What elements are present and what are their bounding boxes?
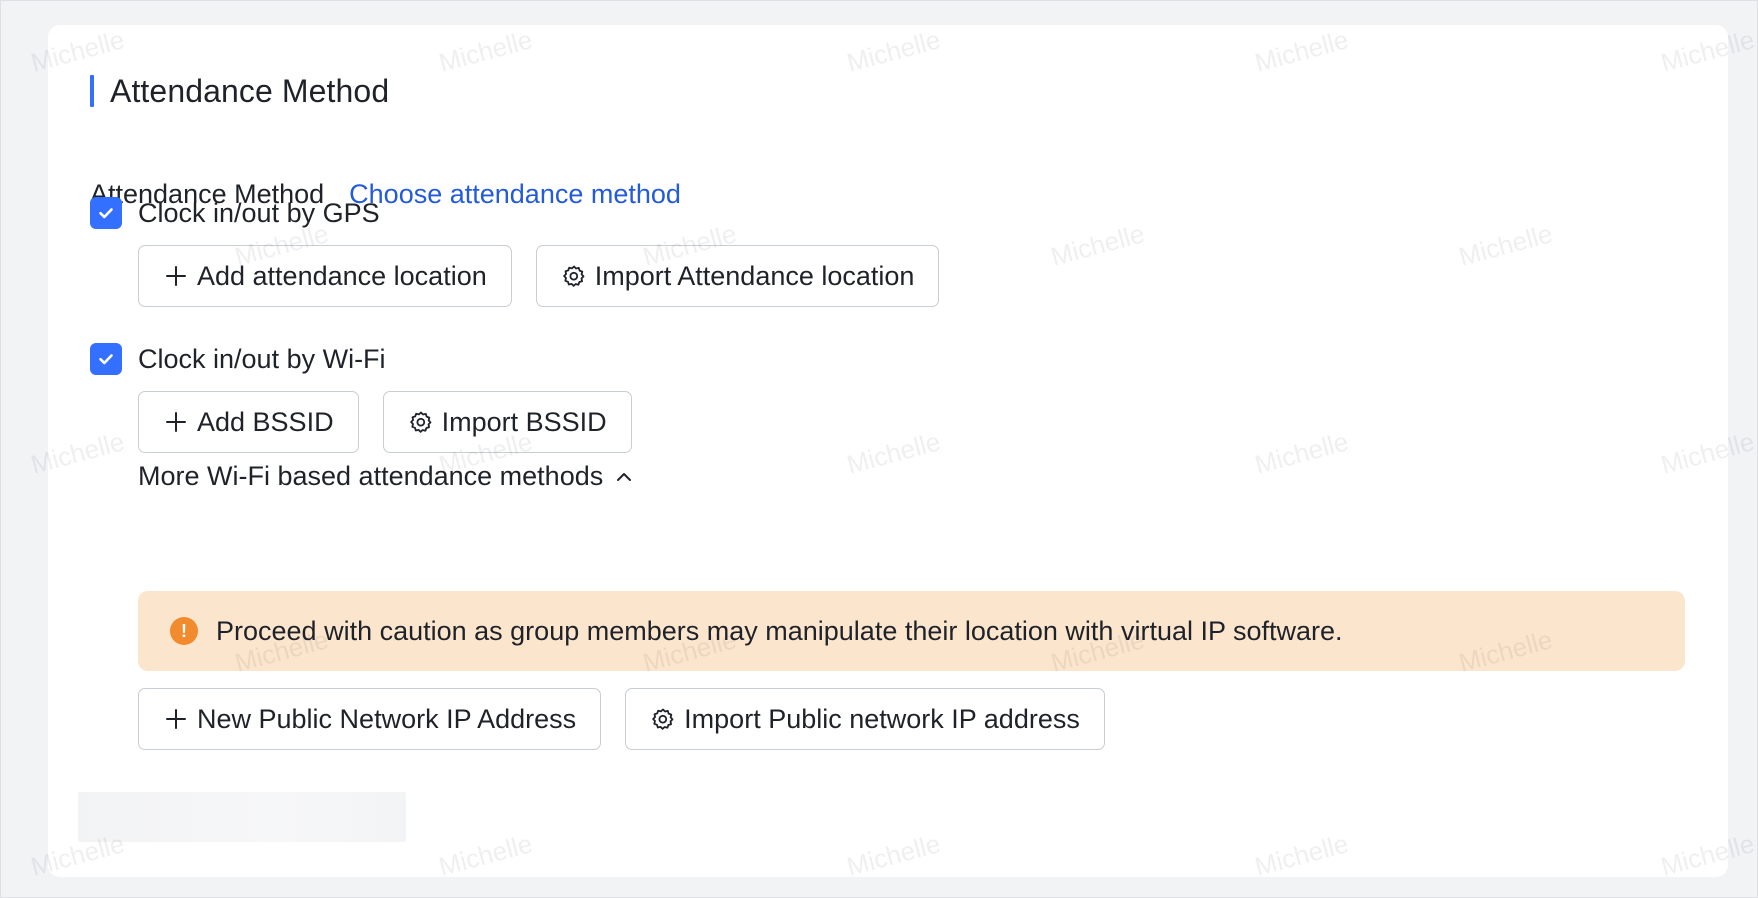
add-attendance-location-button[interactable]: Add attendance location bbox=[138, 245, 512, 307]
gear-icon bbox=[561, 263, 587, 289]
gps-option-label: Clock in/out by GPS bbox=[138, 197, 380, 228]
virtual-ip-warning: ! Proceed with caution as group members … bbox=[138, 591, 1685, 671]
new-public-ip-label: New Public Network IP Address bbox=[197, 703, 577, 734]
plus-icon bbox=[163, 263, 189, 289]
import-bssid-label: Import BSSID bbox=[441, 406, 607, 437]
wifi-option-label: Clock in/out by Wi-Fi bbox=[138, 343, 386, 374]
add-bssid-button[interactable]: Add BSSID bbox=[138, 391, 359, 453]
wifi-option[interactable]: Clock in/out by Wi-Fi bbox=[90, 343, 386, 375]
settings-card: Attendance Method Attendance Method Choo… bbox=[48, 25, 1728, 877]
plus-icon bbox=[163, 409, 189, 435]
gps-option[interactable]: Clock in/out by GPS bbox=[90, 197, 380, 229]
more-wifi-methods-toggle[interactable]: More Wi-Fi based attendance methods bbox=[138, 461, 635, 492]
gear-icon bbox=[650, 706, 676, 732]
public-ip-actions: New Public Network IP Address Import Pub… bbox=[138, 688, 1105, 750]
add-attendance-location-label: Add attendance location bbox=[197, 260, 487, 291]
section-title: Attendance Method bbox=[110, 72, 390, 109]
new-public-ip-button[interactable]: New Public Network IP Address bbox=[138, 688, 602, 750]
gps-checkbox[interactable] bbox=[90, 197, 122, 229]
more-wifi-methods-label: More Wi-Fi based attendance methods bbox=[138, 461, 604, 491]
import-bssid-button[interactable]: Import BSSID bbox=[382, 391, 632, 453]
check-icon bbox=[99, 208, 113, 219]
section-accent-bar bbox=[90, 75, 94, 107]
import-public-ip-label: Import Public network IP address bbox=[684, 703, 1080, 734]
import-attendance-location-label: Import Attendance location bbox=[594, 260, 915, 291]
plus-icon bbox=[163, 706, 189, 732]
gear-icon bbox=[408, 409, 434, 435]
loading-placeholder bbox=[78, 792, 406, 842]
gps-actions: Add attendance location Import Attendanc… bbox=[138, 245, 940, 307]
choose-attendance-method-link[interactable]: Choose attendance method bbox=[349, 179, 681, 210]
chevron-up-icon bbox=[613, 466, 635, 488]
import-attendance-location-button[interactable]: Import Attendance location bbox=[535, 245, 940, 307]
import-public-ip-button[interactable]: Import Public network IP address bbox=[625, 688, 1105, 750]
wifi-actions: Add BSSID Import BSSID bbox=[138, 391, 632, 453]
wifi-checkbox[interactable] bbox=[90, 343, 122, 375]
section-header: Attendance Method bbox=[90, 73, 389, 109]
warning-text: Proceed with caution as group members ma… bbox=[216, 615, 1343, 646]
exclamation-circle-icon: ! bbox=[170, 617, 198, 645]
add-bssid-label: Add BSSID bbox=[197, 406, 334, 437]
check-icon bbox=[99, 354, 113, 365]
